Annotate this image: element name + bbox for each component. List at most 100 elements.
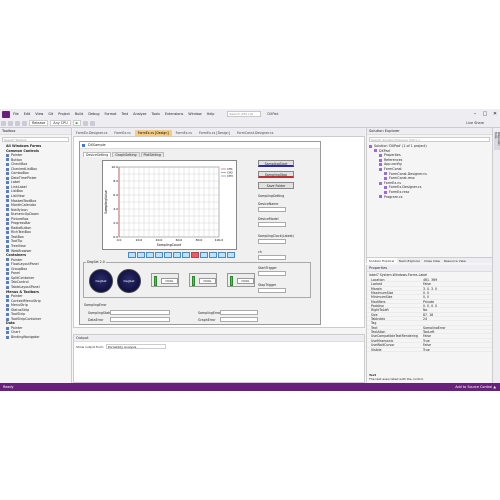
sampling-chart[interactable]: 0.0 20.0 40.0 60.0 80.0 100.0 10.0 8.0 6.0 4.0 2.0…	[102, 160, 237, 250]
panel-tab[interactable]: Solution Explorer	[367, 258, 397, 263]
panel-tab[interactable]: Class View	[422, 258, 442, 263]
text-icon[interactable]	[200, 252, 208, 258]
platform-select[interactable]: Any CPU	[50, 120, 71, 126]
gauge-left[interactable]: DegSet	[89, 269, 113, 293]
menu-item-file[interactable]: File	[13, 112, 19, 116]
property-value[interactable]: True	[423, 339, 492, 342]
menu-item-analyze[interactable]: Analyze	[133, 112, 146, 116]
maximize-icon[interactable]: □	[480, 111, 490, 117]
property-value[interactable]: False	[423, 282, 492, 285]
live-share-button[interactable]: Live Share	[466, 121, 484, 125]
pan-icon[interactable]	[146, 252, 154, 258]
cursor-icon[interactable]	[164, 252, 172, 258]
property-value[interactable]: 0, 0, 0, 0	[423, 304, 492, 307]
ch-field[interactable]	[258, 255, 286, 260]
property-value[interactable]: 87, 18	[423, 313, 492, 316]
save-folder-button[interactable]: Save Folder	[258, 182, 294, 189]
menu-item-build[interactable]: Build	[75, 112, 84, 116]
panel-tab[interactable]: Team Explorer	[397, 258, 422, 263]
undo-icon[interactable]	[22, 120, 27, 126]
property-value[interactable]: 461, 369	[423, 278, 492, 281]
menu-item-project[interactable]: Project	[58, 112, 70, 116]
zoom-out-icon[interactable]	[137, 252, 145, 258]
sampling-error-field[interactable]	[220, 310, 258, 315]
property-row[interactable]: Visible True	[367, 348, 492, 352]
zoom-in-icon[interactable]	[128, 252, 136, 258]
control-icon	[6, 194, 9, 198]
sampling-status-field[interactable]	[110, 310, 170, 315]
sampling-clock-field[interactable]	[258, 239, 286, 244]
minimize-icon[interactable]: –	[470, 111, 480, 117]
menu-item-format[interactable]: Format	[105, 112, 117, 116]
property-value[interactable]	[423, 321, 492, 324]
toolbox-item-label: BindingNavigator	[11, 334, 40, 339]
menu-item-tools[interactable]: Tools	[152, 112, 160, 116]
measure-icon[interactable]	[182, 252, 190, 258]
forward-icon[interactable]	[8, 120, 13, 126]
start-button[interactable]: ▶	[72, 120, 82, 126]
format-icon[interactable]	[90, 120, 96, 126]
menu-item-view[interactable]: View	[35, 112, 43, 116]
control-icon	[6, 326, 9, 330]
gauge-right[interactable]: DegSet	[117, 269, 141, 293]
property-value[interactable]: TopLeft	[423, 330, 492, 333]
property-value[interactable]: 0, 0	[423, 295, 492, 298]
property-value[interactable]: 0, 0	[423, 291, 492, 294]
property-name: Tag	[371, 321, 377, 325]
document-tabs: FormEx.Designer.cs FormEx.cs FormEx.cs [De…	[73, 128, 365, 136]
sampling-start-button[interactable]: SamplingStart	[258, 160, 294, 167]
property-value[interactable]: False	[423, 343, 492, 346]
export-icon[interactable]	[209, 252, 217, 258]
device-model-field[interactable]	[258, 222, 286, 227]
property-value[interactable]: 3, 0, 3, 0	[423, 287, 492, 290]
indicator-panel-3[interactable]: DOOL	[227, 273, 255, 287]
data-error-field[interactable]	[110, 317, 170, 322]
control-icon	[6, 185, 9, 189]
marker-icon[interactable]	[191, 252, 199, 258]
tab-graph-setting[interactable]: GraphSetting	[112, 152, 140, 157]
toolbox-search-input[interactable]: Search Toolbox	[2, 137, 69, 142]
diagnostic-tools-tab[interactable]: Diagnostic Tools	[494, 132, 500, 150]
output-source-select[interactable]: Portability Analysis	[105, 344, 166, 349]
graph-error-field[interactable]	[220, 317, 258, 322]
sampling-stop-button[interactable]: SamplingStop	[258, 171, 294, 178]
property-value[interactable]: 24	[423, 317, 492, 320]
configuration-select[interactable]: Release	[29, 120, 49, 126]
menu-item-test[interactable]: Test	[121, 112, 128, 116]
menu-item-extensions[interactable]: Extensions	[165, 112, 183, 116]
fit-icon[interactable]	[155, 252, 163, 258]
property-value[interactable]: SamplingError	[423, 326, 492, 329]
property-value[interactable]: False	[423, 334, 492, 337]
designed-form[interactable]: DXSample DeviceSetting GraphSetting Plot…	[79, 141, 321, 325]
property-value[interactable]: True	[423, 348, 492, 351]
tab-device-setting[interactable]: DeviceSetting	[83, 152, 112, 157]
property-value[interactable]: Private	[423, 300, 492, 303]
source-control-button[interactable]: Add to Source Control ▲	[455, 385, 496, 389]
indicator-panel-2[interactable]: DOOL	[189, 273, 217, 287]
menu-item-help[interactable]: Help	[207, 112, 215, 116]
save-icon[interactable]	[15, 120, 20, 126]
attach-icon[interactable]	[83, 120, 89, 126]
stop-trigger-field[interactable]	[258, 288, 286, 293]
property-value[interactable]: No	[423, 308, 492, 311]
close-icon[interactable]: ✕	[490, 111, 500, 117]
menu-item-debug[interactable]: Debug	[88, 112, 99, 116]
settings-icon[interactable]	[218, 252, 226, 258]
list-icon[interactable]	[227, 252, 235, 258]
start-trigger-field[interactable]	[258, 271, 286, 276]
control-icon	[6, 167, 9, 171]
indicator-panel-1[interactable]: DOOL	[151, 273, 179, 287]
panel-tab[interactable]: Resource View	[442, 258, 468, 263]
menu-item-window[interactable]: Window	[188, 112, 201, 116]
select-icon[interactable]	[173, 252, 181, 258]
toolbox-item[interactable]: BindingNavigator	[0, 335, 71, 340]
control-icon	[6, 181, 9, 185]
device-name-field[interactable]	[258, 207, 286, 212]
back-icon[interactable]	[1, 120, 6, 126]
menu-item-git[interactable]: Git	[48, 112, 53, 116]
menu-item-edit[interactable]: Edit	[24, 112, 31, 116]
solution-search-input[interactable]: Search Solution Explorer (Ctrl+;)	[369, 137, 490, 142]
tab-plot-setting[interactable]: PlotSetting	[140, 152, 164, 157]
search-input[interactable]: Search (Ctrl+Q)	[227, 111, 262, 117]
solution-tree-item[interactable]: Program.cs	[367, 195, 492, 200]
